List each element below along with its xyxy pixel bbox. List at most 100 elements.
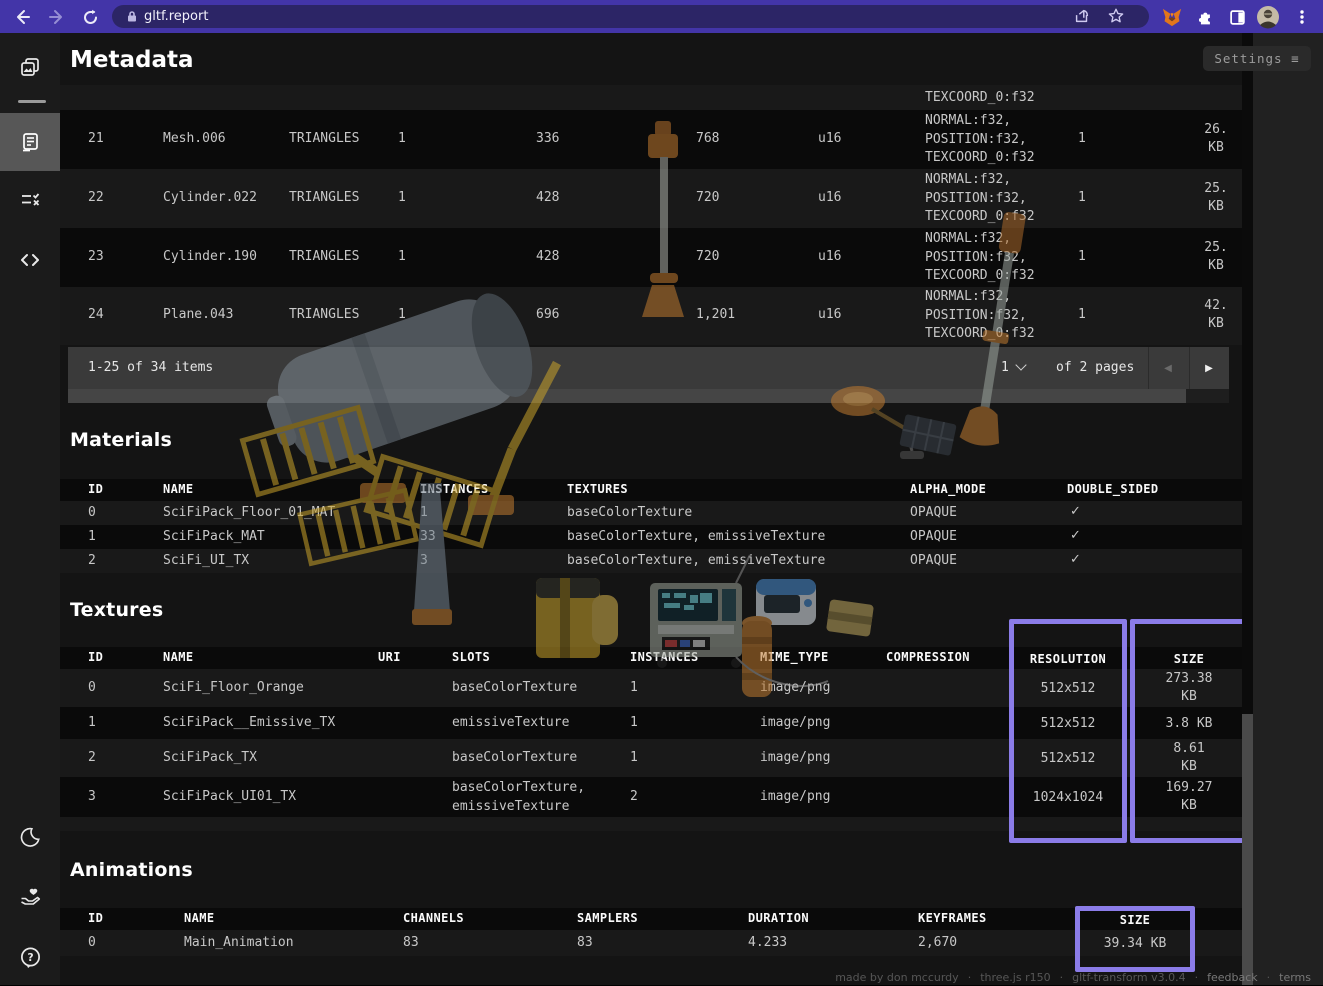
texture-id: 3 (88, 789, 96, 804)
share-icon (1073, 7, 1091, 25)
mesh-indices: u16 (818, 307, 841, 322)
sidebar-item-donate[interactable] (0, 868, 60, 926)
texture-id: 2 (88, 750, 96, 765)
col-header: URI (378, 650, 401, 664)
mesh-attributes: NORMAL:f32,POSITION:f32,TEXCOORD_0:f32 (925, 171, 1035, 227)
settings-button[interactable]: Settings ≡ (1203, 46, 1311, 71)
mesh-name: Plane.043 (163, 307, 233, 322)
mesh-mode: TRIANGLES (289, 190, 359, 205)
table-row: 21 Mesh.006 TRIANGLES 1 336 768 u16 NORM… (60, 110, 1242, 169)
mesh-primitives: 1 (398, 307, 406, 322)
svg-text:?: ? (27, 951, 33, 963)
table-row: 24 Plane.043 TRIANGLES 1 696 1,201 u16 N… (60, 287, 1242, 345)
texture-id: 1 (88, 715, 96, 730)
forward-arrow-icon (48, 8, 66, 26)
mesh-id: 22 (88, 190, 104, 205)
side-panel-icon (1229, 9, 1246, 26)
mesh-name: Cylinder.190 (163, 249, 257, 264)
reload-icon (82, 9, 99, 26)
mesh-vertices: 1,201 (696, 307, 735, 322)
sidebar-item-validation[interactable] (0, 171, 60, 229)
metamask-extension-button[interactable] (1159, 4, 1185, 30)
pagination-range: 1-25 of 34 items (88, 360, 213, 375)
mesh-vertices: 768 (696, 131, 719, 146)
animation-duration: 4.233 (748, 935, 787, 950)
material-textures: baseColorTexture, emissiveTexture (567, 529, 825, 544)
mesh-size: 25.KB (1186, 180, 1246, 216)
mesh-mode: TRIANGLES (289, 249, 359, 264)
viewport-background (1253, 33, 1323, 985)
mesh-primitives: 1 (398, 190, 406, 205)
col-header: KEYFRAMES (918, 911, 987, 925)
col-header: SIZE (1135, 650, 1243, 668)
page-select[interactable]: 1 (1001, 360, 1025, 375)
section-title-animations: Animations (70, 859, 193, 881)
texture-mime: image/png (760, 715, 830, 730)
texture-slots: emissiveTexture (452, 715, 569, 730)
texture-size: 8.61KB (1135, 740, 1243, 776)
material-id: 2 (88, 553, 96, 568)
kebab-menu-icon (1294, 9, 1310, 25)
footer-terms-link[interactable]: terms (1279, 971, 1311, 984)
check-icon: ✓ (1070, 528, 1081, 543)
col-header: NAME (184, 911, 215, 925)
side-panel-button[interactable] (1224, 4, 1250, 30)
table-row: 22 Cylinder.022 TRIANGLES 1 428 720 u16 … (60, 169, 1242, 228)
vertical-scrollbar[interactable] (1242, 33, 1253, 985)
material-alpha-mode: OPAQUE (910, 553, 957, 568)
star-icon (1107, 7, 1125, 25)
material-textures: baseColorTexture, emissiveTexture (567, 553, 825, 568)
col-header: COMPRESSION (886, 650, 970, 664)
report-document-icon (18, 130, 42, 154)
list-check-x-icon (18, 188, 42, 212)
texture-size: 273.38KB (1135, 670, 1243, 706)
texture-size: 169.27KB (1135, 779, 1243, 815)
next-page-button[interactable]: ▶ (1189, 347, 1229, 389)
browser-menu-button[interactable] (1289, 4, 1315, 30)
mesh-id: 21 (88, 131, 104, 146)
col-header: DOUBLE_SIDED (1067, 482, 1159, 496)
avatar-icon (1256, 5, 1280, 29)
puzzle-icon (1196, 8, 1214, 26)
mesh-size: 26.KB (1186, 121, 1246, 157)
lock-icon (126, 10, 138, 23)
footer-feedback-link[interactable]: feedback (1207, 971, 1258, 984)
material-instances: 33 (420, 529, 436, 544)
sidebar-item-report[interactable] (0, 113, 60, 171)
horizontal-scrollbar-thumb[interactable] (68, 389, 1186, 403)
forward-button[interactable] (44, 4, 70, 30)
page-title: Metadata (70, 47, 194, 73)
bookmark-button[interactable] (1107, 7, 1125, 29)
table-row: 3 SciFiPack_UI01_TX baseColorTexture,emi… (60, 777, 1242, 817)
texture-instances: 1 (630, 715, 638, 730)
texture-instances: 1 (630, 750, 638, 765)
col-header: ID (88, 650, 103, 664)
texture-resolution: 512x512 (1014, 750, 1122, 768)
prev-page-button[interactable]: ◀ (1148, 347, 1188, 389)
mesh-gl-primitives: 696 (536, 307, 559, 322)
horizontal-scrollbar[interactable] (68, 389, 1229, 403)
url-bar[interactable]: gltf.report (112, 5, 1149, 28)
mesh-instances: 1 (1078, 249, 1086, 264)
share-button[interactable] (1073, 7, 1091, 29)
texture-mime: image/png (760, 680, 830, 695)
texture-size: 3.8 KB (1135, 715, 1243, 733)
profile-avatar[interactable] (1255, 4, 1281, 30)
extensions-button[interactable] (1192, 4, 1218, 30)
url-text: gltf.report (144, 9, 208, 24)
mesh-id: 23 (88, 249, 104, 264)
material-id: 1 (88, 529, 96, 544)
sidebar: ? (0, 33, 60, 985)
table-row: 1 SciFiPack__Emissive_TX emissiveTexture… (60, 707, 1242, 739)
back-button[interactable] (9, 4, 35, 30)
sidebar-item-scene[interactable] (0, 38, 60, 96)
texture-slots: baseColorTexture (452, 750, 577, 765)
sidebar-item-script[interactable] (0, 231, 60, 289)
mesh-attributes: NORMAL:f32,POSITION:f32,TEXCOORD_0:f32 (925, 288, 1035, 344)
sidebar-item-theme-toggle[interactable] (0, 808, 60, 866)
col-header: INSTANCES (630, 650, 699, 664)
mesh-name: Mesh.006 (163, 131, 226, 146)
vertical-scrollbar-thumb[interactable] (1242, 714, 1253, 985)
reload-button[interactable] (77, 4, 103, 30)
col-header: ID (88, 911, 103, 925)
